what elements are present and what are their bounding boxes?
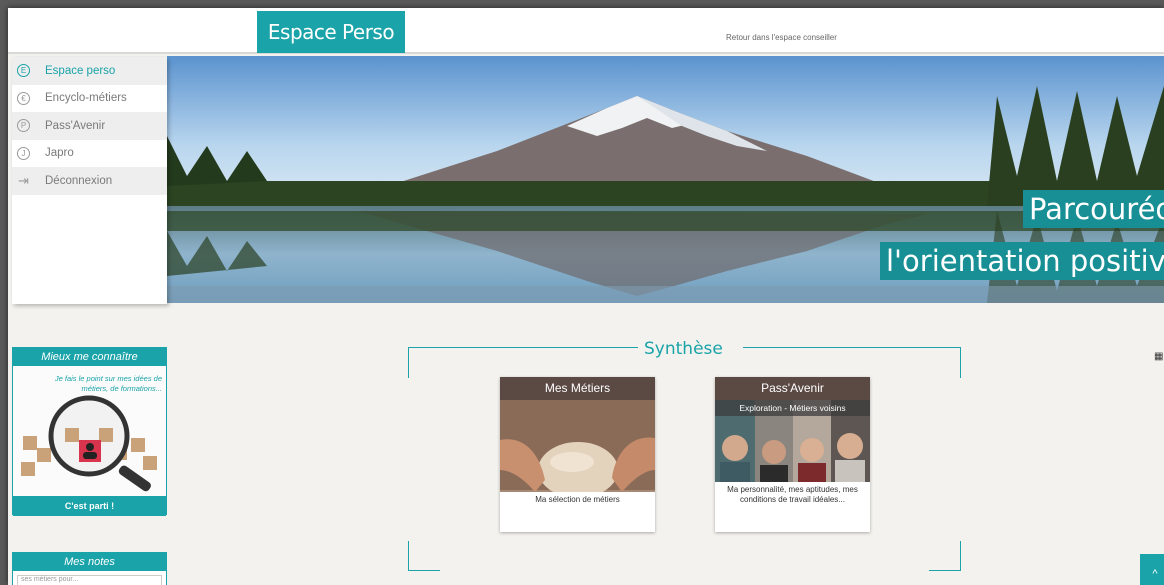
portraits-image: Exploration - Métiers voisins Ma personn… <box>715 400 870 508</box>
chevron-up-icon: ^ <box>1152 568 1158 580</box>
synth-frame-right-bottom <box>960 541 961 571</box>
synthese-title: Synthèse <box>638 339 729 359</box>
card-subtitle: Exploration - Métiers voisins <box>715 400 870 416</box>
scroll-top-button[interactable]: ^ <box>1140 554 1164 585</box>
encyclo-metiers-icon: € <box>17 91 30 105</box>
espace-perso-icon: E <box>17 64 30 78</box>
know-me-title: Mieux me connaître <box>13 348 166 366</box>
logout-icon: ⇥ <box>18 172 29 188</box>
start-button[interactable]: C'est parti ! <box>13 496 166 516</box>
sidebar-item-label: Espace perso <box>45 64 116 77</box>
synth-frame-left-bottom <box>408 541 409 571</box>
pass-avenir-icon: P <box>17 119 30 133</box>
card-title: Pass'Avenir <box>715 377 870 400</box>
banner-headline-line2: l'orientation positive <box>880 242 1164 280</box>
sidebar-item-deconnexion[interactable]: ⇥ Déconnexion <box>12 167 167 195</box>
synth-frame-bottom-right <box>929 570 961 571</box>
card-caption: Ma sélection de métiers <box>500 492 655 508</box>
brand-tab[interactable]: Espace Perso <box>257 11 405 53</box>
bread-dough-image: Ma sélection de métiers <box>500 400 655 508</box>
banner-headline-line1: Parcouréo <box>1023 190 1164 228</box>
synth-frame-right-top <box>960 347 961 378</box>
know-me-widget[interactable]: Mieux me connaître Je fais le point sur … <box>12 347 167 516</box>
magnifier-illustration: Je fais le point sur mes idées de métier… <box>13 366 166 496</box>
sidebar-item-pass-avenir[interactable]: P Pass'Avenir <box>12 112 167 140</box>
back-to-advisor-link[interactable]: Retour dans l'espace conseiller <box>726 33 837 42</box>
card-caption: Ma personnalité, mes aptitudes, mes cond… <box>715 482 870 508</box>
synth-frame-bottom-left <box>408 570 440 571</box>
print-icon[interactable]: ▦ <box>1154 351 1163 362</box>
sidebar-item-encyclo-metiers[interactable]: € Encyclo-métiers <box>12 85 167 113</box>
notes-widget: Mes notes ses métiers pour... <box>12 552 167 585</box>
know-me-description: Je fais le point sur mes idées de métier… <box>54 374 162 393</box>
sidebar-item-label: Pass'Avenir <box>45 119 106 132</box>
sidebar-item-espace-perso[interactable]: E Espace perso <box>12 57 167 85</box>
synth-frame-top-right <box>743 347 961 348</box>
hero-banner: Parcouréo l'orientation positive <box>167 56 1164 303</box>
sidebar-item-japro[interactable]: J Japro <box>12 140 167 168</box>
synth-frame-left-top <box>408 347 409 378</box>
japro-icon: J <box>17 146 30 160</box>
app-frame: Espace Perso Retour dans l'espace consei… <box>8 8 1164 585</box>
card-mes-metiers[interactable]: Mes Métiers Ma sélection de métiers <box>500 377 655 532</box>
sidebar-menu: E Espace perso € Encyclo-métiers P Pass'… <box>12 57 167 304</box>
synth-frame-top-left <box>408 347 640 348</box>
sidebar-item-label: Japro <box>45 147 74 160</box>
notes-input[interactable]: ses métiers pour... <box>17 575 162 585</box>
sidebar-item-label: Déconnexion <box>45 174 113 187</box>
card-pass-avenir[interactable]: Pass'Avenir Exploration - Métiers voisin… <box>715 377 870 532</box>
sidebar-item-label: Encyclo-métiers <box>45 92 127 105</box>
notes-title: Mes notes <box>13 553 166 571</box>
top-header: Espace Perso Retour dans l'espace consei… <box>8 8 1164 54</box>
card-title: Mes Métiers <box>500 377 655 400</box>
